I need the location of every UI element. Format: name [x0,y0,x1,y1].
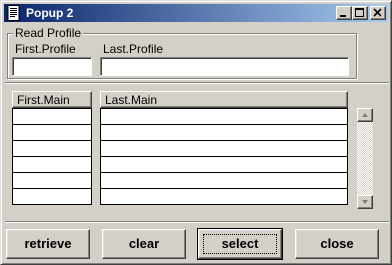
grid-cell-last[interactable] [100,140,348,157]
close-icon [373,8,382,17]
minimize-icon [340,15,346,17]
grid-cell-first[interactable] [12,108,92,125]
minimize-button[interactable] [336,6,352,20]
scroll-up-button[interactable] [357,108,373,122]
read-profile-group-label: Read Profile [13,26,84,40]
maximize-button[interactable] [352,6,368,20]
grid-cell-first[interactable] [12,172,92,189]
grid-cell-first[interactable] [12,140,92,157]
retrieve-button[interactable]: retrieve [6,229,90,259]
close-button[interactable]: close [295,229,379,259]
scroll-track[interactable] [357,122,373,195]
arrow-up-icon [362,113,368,117]
grid-cell-first[interactable] [12,188,92,205]
scroll-down-button[interactable] [357,195,373,209]
select-button[interactable]: select [197,228,283,260]
grid-cell-last[interactable] [100,124,348,141]
separator-top [5,82,389,84]
close-window-button[interactable] [370,6,386,20]
window-title: Popup 2 [26,6,74,20]
title-bar[interactable]: Popup 2 [4,4,388,22]
select-button-label: select [221,236,259,251]
grid-cell-last[interactable] [100,172,348,189]
column-header-first-main[interactable]: First.Main [12,91,92,108]
grid-cell-last[interactable] [100,156,348,173]
app-document-icon[interactable] [7,5,21,21]
grid-column-last-main [100,108,348,205]
last-profile-input[interactable] [100,57,349,76]
grid-cell-first[interactable] [12,124,92,141]
first-profile-input[interactable] [12,57,92,76]
clear-button[interactable]: clear [102,229,186,259]
grid-column-first-main [12,108,92,205]
first-profile-label: First.Profile [15,42,76,56]
vertical-scrollbar[interactable] [357,108,373,209]
column-header-last-main[interactable]: Last.Main [100,91,348,108]
grid-cell-first[interactable] [12,156,92,173]
grid-cell-last[interactable] [100,108,348,125]
popup-window: Popup 2 Read Profile First.Profile Last.… [0,0,392,265]
grid-cell-last[interactable] [100,188,348,205]
last-profile-label: Last.Profile [103,42,164,56]
maximize-icon [355,8,364,17]
arrow-down-icon [362,200,368,204]
separator-bottom [5,221,389,223]
